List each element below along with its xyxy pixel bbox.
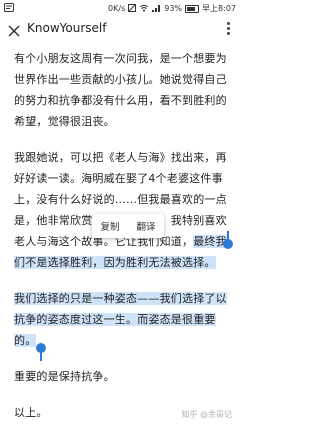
watermark: 知乎 @余哥记 [181, 410, 232, 419]
nav-bar: KnowYourself [0, 17, 240, 41]
selection-start-handle[interactable] [223, 231, 233, 249]
close-icon[interactable] [8, 22, 20, 37]
paragraph-3: 我们选择的只是一种姿态——我们选择了以抗争的姿态度过这一生。而姿态是很重要的。 [14, 288, 229, 351]
notification-icon [4, 3, 14, 12]
paragraph-2: 我跟她说，可以把《老人与海》找出来，再好好读一读。海明威在娶了4个老婆这件事上，… [14, 147, 229, 273]
paragraph-1: 有个小朋友这周有一次问我，是一个想要为世界作出一些贡献的小孩儿。她说觉得自己的努… [14, 52, 227, 128]
network-speed: 0K/s [108, 4, 126, 13]
battery-percent: 93% [164, 4, 183, 13]
clock: 早上8:07 [202, 4, 236, 13]
status-bar: 0K/s 93% 早上8:07 [0, 0, 240, 16]
translate-button[interactable]: 翻译 [136, 219, 155, 233]
signal-icon [152, 5, 161, 12]
wifi-icon [139, 4, 149, 14]
article-body: 有个小朋友这周有一次问我，是一个想要为世界作出一些贡献的小孩儿。她说觉得自己的努… [14, 48, 229, 438]
page-title: KnowYourself [27, 21, 107, 35]
selection-end-handle[interactable] [36, 343, 46, 361]
mute-icon [128, 3, 137, 14]
more-icon[interactable] [227, 22, 231, 36]
paragraph-4: 重要的是保持抗争。 [14, 370, 115, 383]
text-selection-menu: 复制 翻译 [92, 214, 164, 238]
selected-text-2[interactable]: 我们选择的只是一种姿态——我们选择了以抗争的姿态度过这一生。而姿态是很重要的。 [14, 292, 227, 347]
battery-icon [185, 4, 200, 13]
copy-button[interactable]: 复制 [100, 219, 119, 233]
